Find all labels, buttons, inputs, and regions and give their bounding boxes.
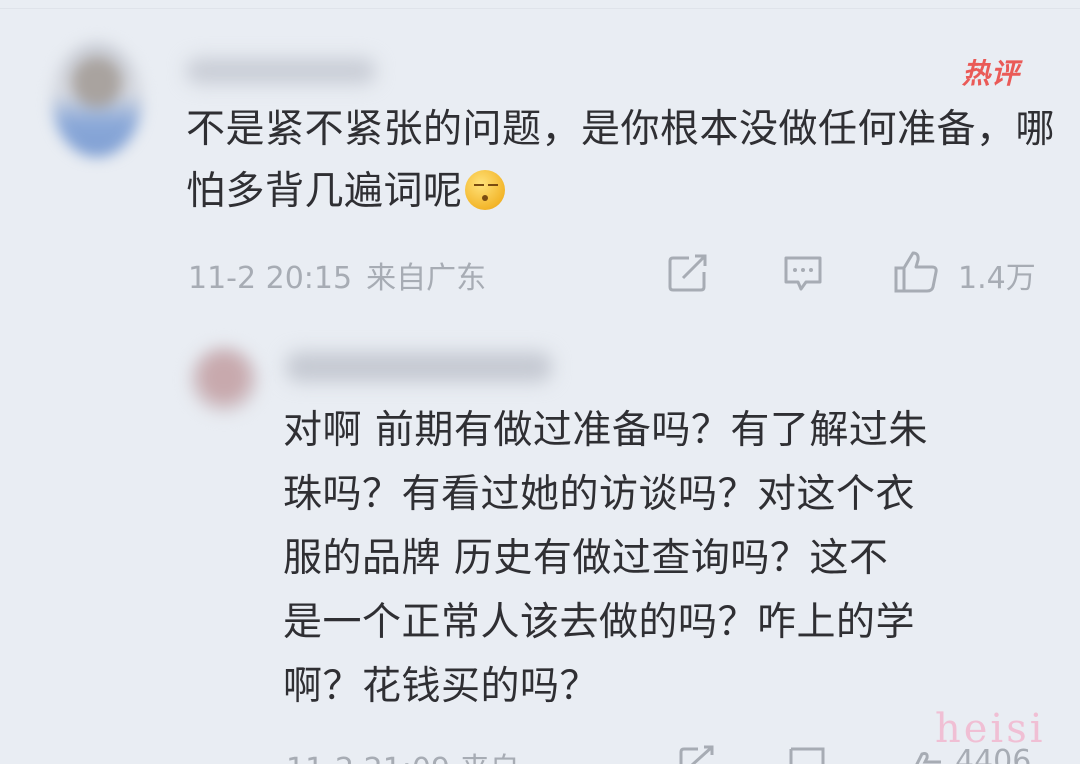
reply-line: 是一个正常人该去做的吗？咋上的学 [283, 600, 916, 645]
comment-icon[interactable] [782, 254, 824, 292]
reply-line: 服的品牌 历史有做过查询吗？这不 [283, 536, 889, 581]
comment-text: 不是紧不紧张的问题，是你根本没做任何准备，哪怕多背几遍词呢 [186, 99, 1056, 223]
username-blurred[interactable] [186, 58, 376, 84]
reply-comment-icon[interactable] [788, 745, 826, 764]
comment-time: 11-2 20:15 [188, 261, 353, 296]
comment-meta: 11-2 20:15 来自广东 [188, 253, 486, 297]
like-icon[interactable] [893, 250, 939, 294]
comment-body: 不是紧不紧张的问题，是你根本没做任何准备，哪怕多背几遍词呢 [186, 107, 1056, 214]
reply-time: 11-2 21:09 [286, 752, 450, 764]
doze-emoji-icon [464, 170, 505, 210]
comment-thread: 热评 不是紧不紧张的问题，是你根本没做任何准备，哪怕多背几遍词呢 11-2 20… [0, 0, 1080, 764]
reply-avatar[interactable] [188, 345, 260, 417]
divider [0, 8, 1080, 9]
reply-line: 啊？花钱买的吗？ [283, 664, 600, 709]
reply-text: 对啊 前期有做过准备吗？有了解过朱 珠吗？有看过她的访谈吗？对这个衣 服的品牌 … [283, 399, 1023, 719]
reply-meta: 11-2 21:09 来自 [286, 744, 520, 764]
reply-username-blurred[interactable] [286, 352, 552, 382]
reply-location: 来自 [460, 752, 520, 764]
share-icon[interactable] [667, 254, 709, 292]
watermark: heisi [935, 706, 1046, 752]
reply-line: 珠吗？有看过她的访谈吗？对这个衣 [283, 472, 916, 517]
reply-share-icon[interactable] [678, 745, 716, 764]
hot-comment-badge: 热评 [962, 57, 1021, 90]
comment-location: 来自广东 [366, 261, 487, 296]
avatar[interactable] [52, 42, 142, 157]
like-count: 1.4万 [958, 261, 1036, 296]
reply-line: 对啊 前期有做过准备吗？有了解过朱 [283, 408, 928, 453]
